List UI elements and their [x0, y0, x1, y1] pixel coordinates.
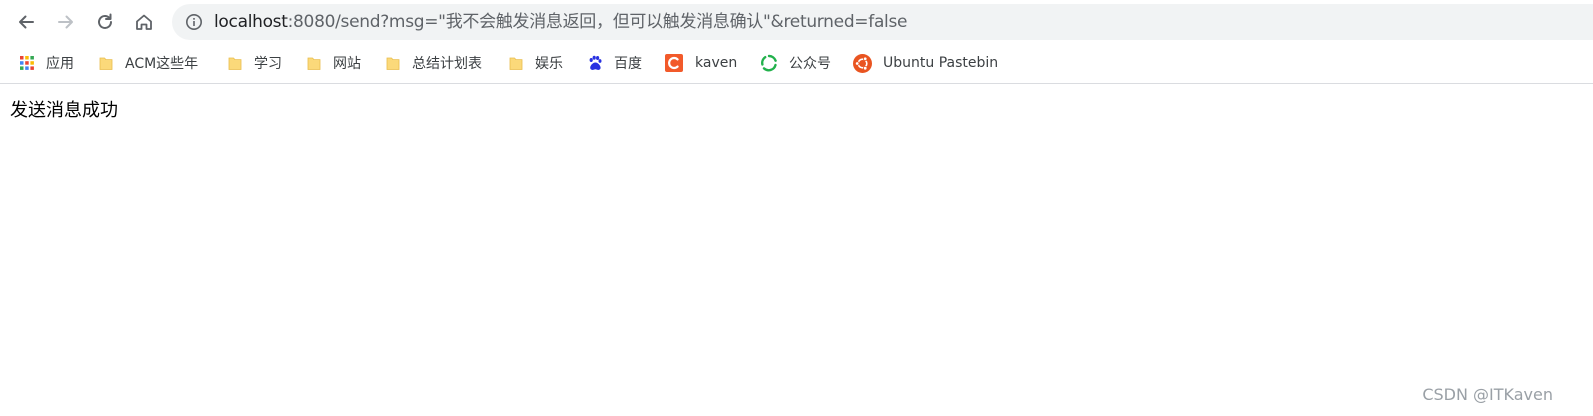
apps-grid-icon	[20, 56, 34, 70]
bookmark-acm[interactable]: ACM这些年	[98, 43, 198, 83]
bookmark-label: Ubuntu Pastebin	[883, 55, 999, 71]
bookmark-websites[interactable]: 网站	[306, 43, 361, 83]
bookmark-label: 公众号	[789, 56, 831, 72]
bookmark-ubuntu-pastebin[interactable]: Ubuntu Pastebin	[853, 43, 998, 83]
bookmark-label: 总结计划表	[412, 56, 482, 72]
response-message: 发送消息成功	[10, 100, 118, 121]
reload-icon	[98, 13, 112, 29]
bookmark-label: 百度	[614, 56, 642, 72]
bookmark-apps[interactable]: 应用	[19, 43, 74, 83]
folder-icon	[386, 57, 400, 70]
browser-toolbar: localhost:8080/send?msg="我不会触发消息返回，但可以触发…	[0, 0, 1593, 43]
back-button[interactable]	[10, 6, 42, 38]
forward-button[interactable]	[50, 6, 82, 38]
home-icon	[136, 14, 152, 30]
bookmark-label: 网站	[333, 56, 361, 72]
folder-icon	[307, 57, 321, 70]
home-button[interactable]	[128, 6, 160, 38]
baidu-paw-icon	[589, 55, 602, 70]
bookmark-label: kaven	[695, 55, 738, 71]
bookmark-entertainment[interactable]: 娱乐	[508, 43, 563, 83]
arrow-right-icon	[58, 15, 73, 29]
folder-icon	[509, 57, 523, 70]
csdn-c-icon	[665, 54, 683, 72]
url-path: :8080/send?msg="我不会触发消息返回，但可以触发消息确认"&ret…	[287, 12, 908, 32]
folder-icon	[228, 57, 242, 70]
wechat-mp-icon	[761, 54, 777, 72]
reload-button[interactable]	[89, 6, 121, 38]
bookmark-label: ACM这些年	[125, 56, 199, 72]
bookmark-official-account[interactable]: 公众号	[760, 43, 831, 83]
ubuntu-icon	[853, 53, 872, 73]
bookmark-label: 学习	[254, 56, 282, 72]
url-text[interactable]: localhost:8080/send?msg="我不会触发消息返回，但可以触发…	[214, 4, 908, 40]
bookmark-kaven[interactable]: kaven	[665, 43, 737, 83]
info-icon[interactable]	[185, 13, 203, 31]
url-host: localhost	[214, 12, 288, 32]
arrow-left-icon	[19, 15, 34, 29]
address-bar[interactable]: localhost:8080/send?msg="我不会触发消息返回，但可以触发…	[172, 4, 1593, 40]
watermark-text: CSDN @ITKaven	[1422, 385, 1553, 404]
bookmark-label: 娱乐	[535, 56, 563, 72]
bookmark-study[interactable]: 学习	[227, 43, 282, 83]
bookmark-baidu[interactable]: 百度	[587, 43, 642, 83]
bookmarks-bar: 应用 ACM这些年 学习 网站 总结计划表 娱乐 百度 kaven 公众号 Ub…	[0, 43, 1593, 84]
folder-icon	[99, 57, 113, 70]
bookmark-plans[interactable]: 总结计划表	[385, 43, 482, 83]
bookmark-label: 应用	[46, 56, 74, 72]
